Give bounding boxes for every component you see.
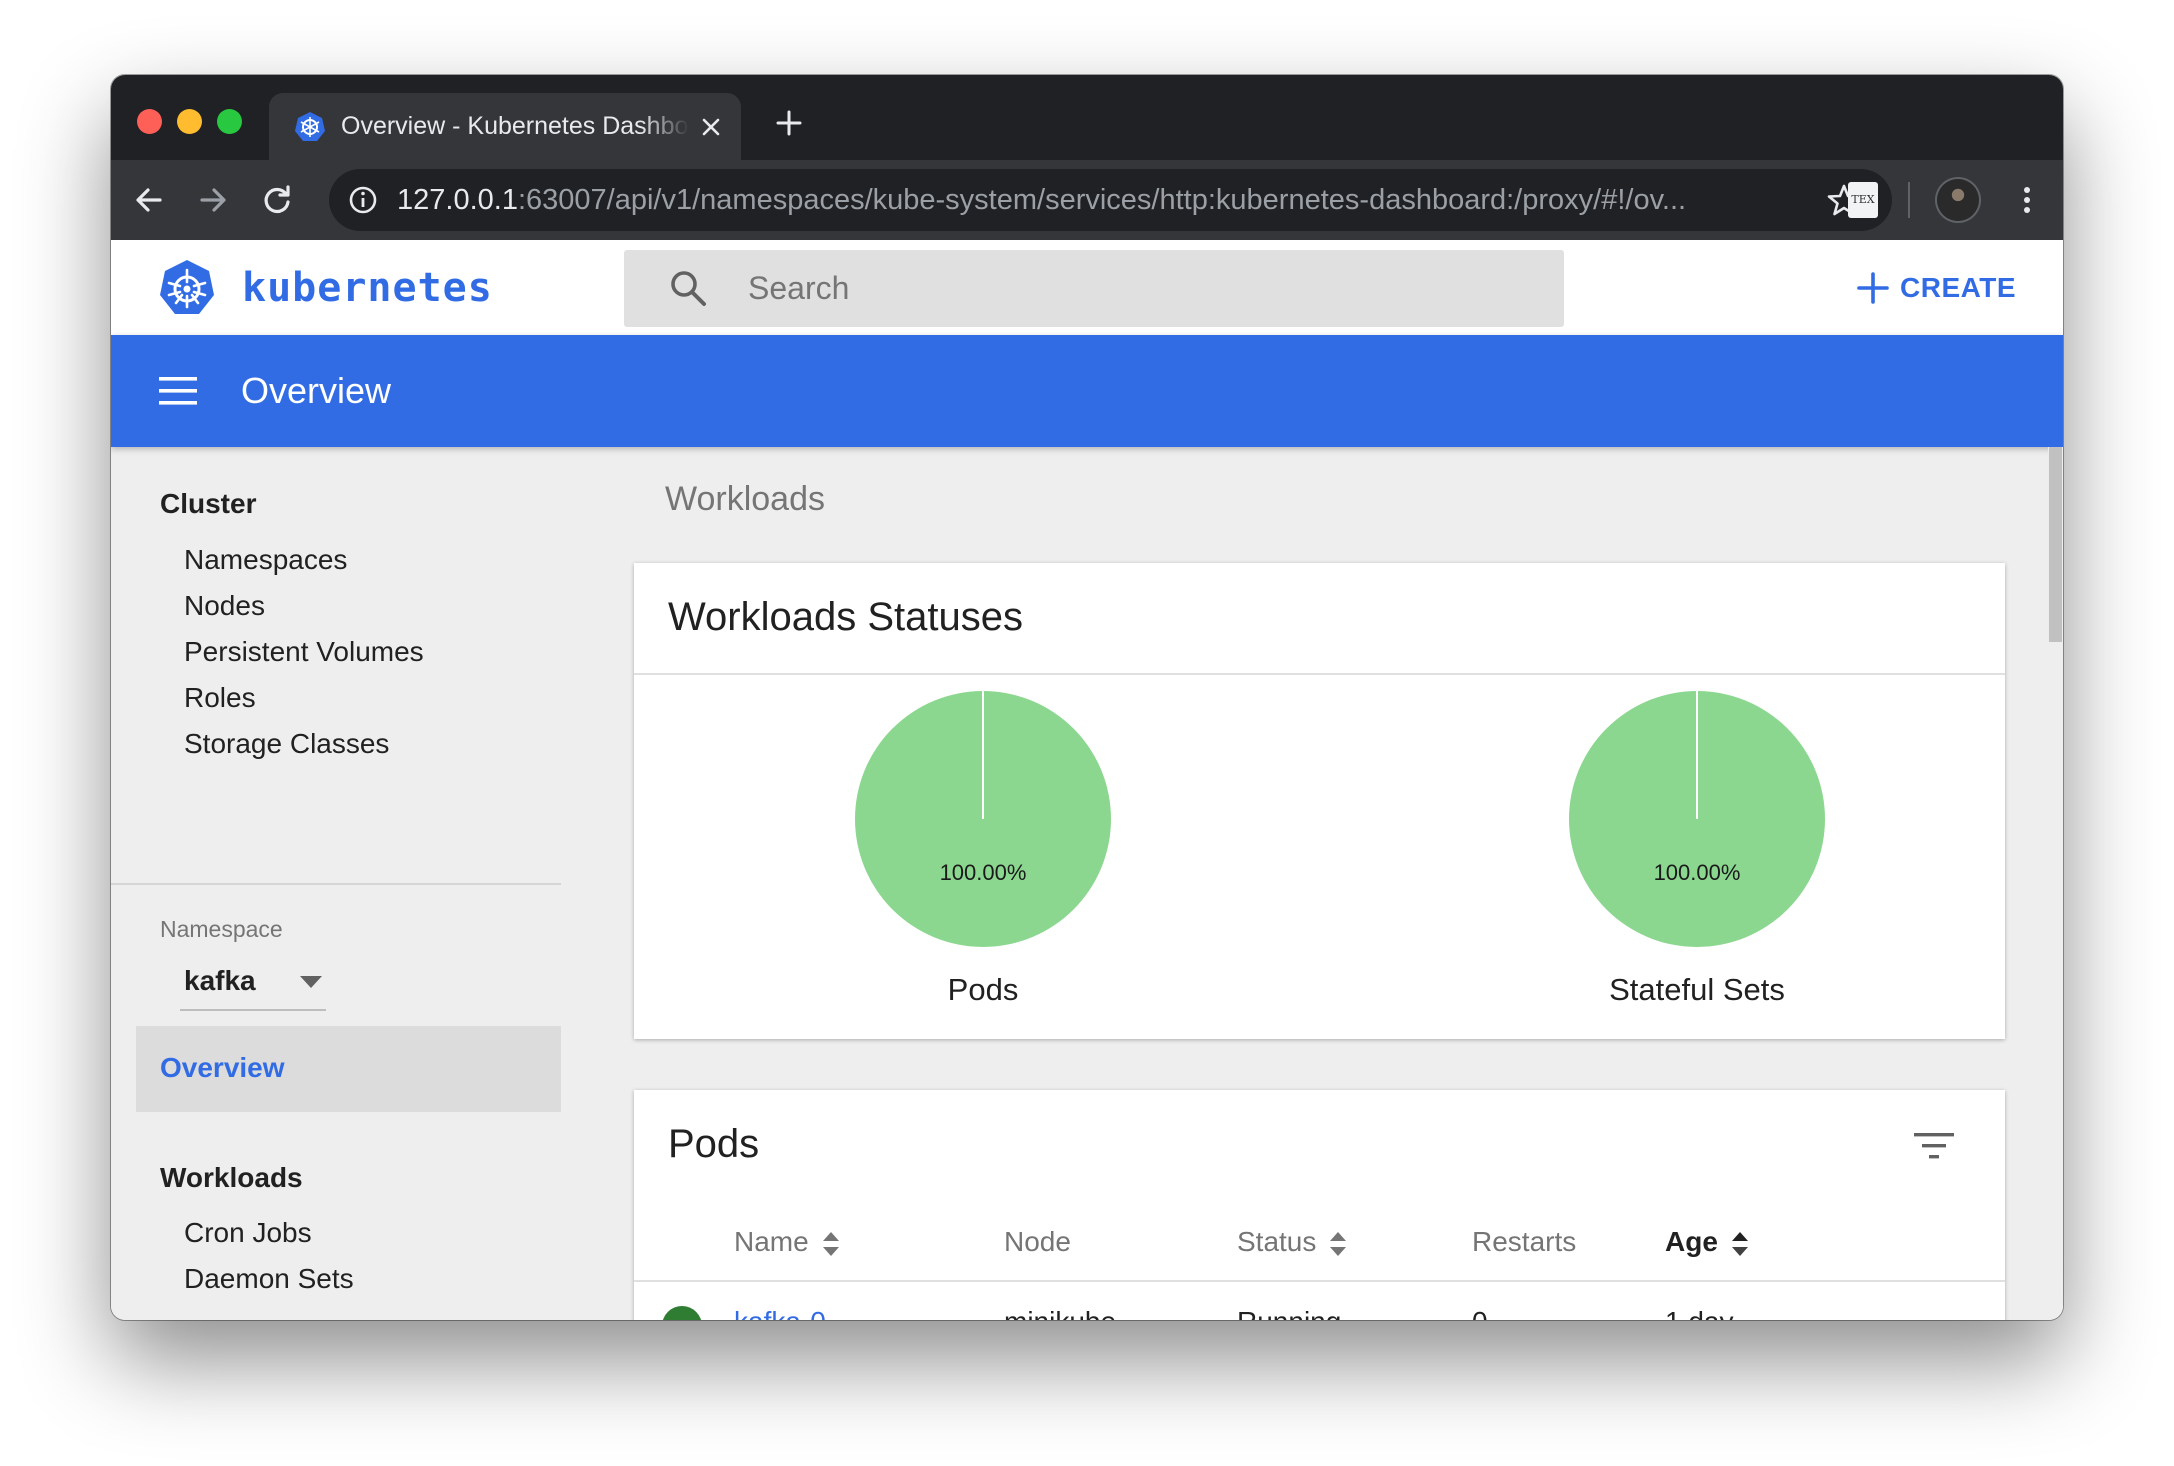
sidebar-item-overview-label: Overview [160,1052,285,1083]
reload-icon[interactable] [259,182,295,218]
table-row[interactable]: kafka-0 minikube Running 0 1 day [634,1284,2005,1320]
close-tab-icon[interactable] [697,113,725,141]
close-window-button[interactable] [137,109,162,134]
page-title: Overview [241,370,392,411]
browser-menu-icon[interactable] [2009,182,2045,218]
app-header: kubernetes CREATE [111,240,2063,335]
search-input[interactable] [748,250,1528,327]
statefulsets-pie-percent: 100.00% [1654,860,1741,885]
sidebar-nav: Cluster Namespaces Nodes Persistent Volu… [111,447,561,1320]
create-button[interactable]: CREATE [1856,262,2016,314]
new-tab-icon[interactable] [775,109,803,137]
running-status-icon [662,1306,702,1320]
section-title-workloads: Workloads [665,480,825,518]
namespace-value: kafka [184,965,256,996]
column-header-node: Node [1004,1202,1071,1282]
pods-pie-percent: 100.00% [940,860,1027,885]
sort-arrows-icon [1330,1231,1347,1256]
brand-wordmark[interactable]: kubernetes [242,260,493,316]
hamburger-menu-icon[interactable] [159,375,197,407]
pod-restarts: 0 [1472,1306,1488,1320]
dropdown-caret-icon [300,976,322,988]
sidebar-item-cron-jobs[interactable]: Cron Jobs [184,1217,312,1249]
card-divider [634,673,2005,675]
create-button-label: CREATE [1900,272,2017,303]
namespace-select[interactable]: kafka [180,957,326,1011]
tab-strip: Overview - Kubernetes Dashboard [111,75,2063,160]
card-title-statuses: Workloads Statuses [668,595,1023,639]
tex-extension-icon[interactable]: TEX [1848,182,1878,218]
pods-status-pie[interactable]: 100.00% [853,689,1113,949]
sidebar-item-overview[interactable]: Overview [136,1026,561,1112]
pods-pie-chart: 100.00% [855,691,1111,947]
statefulsets-status-pie[interactable]: 100.00% [1567,689,1827,949]
dashboard-page: kubernetes CREATE Overview [111,240,2063,1320]
page-scrollbar-thumb[interactable] [2049,447,2062,642]
address-bar[interactable]: 127.0.0.1:63007/api/v1/namespaces/kube-s… [329,169,1892,231]
browser-window: Overview - Kubernetes Dashboard 127.0.0.… [111,75,2063,1320]
plus-icon [1857,272,1889,304]
pod-age: 1 day [1665,1306,1734,1320]
column-header-age[interactable]: Age [1665,1202,1750,1282]
toolbar-separator [1908,182,1910,218]
column-header-restarts-label: Restarts [1472,1226,1577,1257]
pod-status: Running [1237,1306,1341,1320]
tab-title: Overview - Kubernetes Dashboard [341,112,689,140]
page-title-bar: Overview [111,335,2063,447]
sidebar-heading-cluster[interactable]: Cluster [160,488,256,520]
site-info-icon[interactable] [347,184,379,216]
sidebar-heading-workloads[interactable]: Workloads [160,1162,303,1194]
url-path: :63007/api/v1/namespaces/kube-system/ser… [517,184,1687,216]
url-host: 127.0.0.1 [397,184,518,216]
statefulsets-pie-label: Stateful Sets [1609,972,1785,1007]
column-header-status-label: Status [1237,1226,1317,1257]
sidebar-item-namespaces[interactable]: Namespaces [184,544,347,576]
column-header-node-label: Node [1004,1226,1071,1257]
url-text: 127.0.0.1:63007/api/v1/namespaces/kube-s… [397,169,1737,231]
sidebar-item-storage-classes[interactable]: Storage Classes [184,728,389,760]
filter-icon[interactable] [1914,1129,1954,1163]
sidebar-divider [111,883,561,885]
sidebar-item-persistent-volumes[interactable]: Persistent Volumes [184,636,424,668]
kubernetes-favicon-icon [295,112,325,141]
browser-tab-active[interactable]: Overview - Kubernetes Dashboard [269,93,741,160]
pods-card: Pods Name Node Status Restarts Age [634,1090,2005,1320]
column-header-age-label: Age [1665,1226,1718,1257]
card-title-pods: Pods [668,1122,760,1166]
browser-toolbar: 127.0.0.1:63007/api/v1/namespaces/kube-s… [111,160,2063,240]
pods-pie-label: Pods [947,972,1019,1007]
back-arrow-icon[interactable] [131,182,167,218]
profile-avatar[interactable] [1937,179,1979,221]
column-header-name[interactable]: Name [734,1202,841,1282]
column-header-restarts: Restarts [1472,1202,1576,1282]
kubernetes-logo-icon[interactable] [157,258,217,318]
statefulsets-pie-chart: 100.00% [1569,691,1825,947]
pod-name-link[interactable]: kafka-0 [734,1306,826,1320]
sort-arrows-active-icon [1731,1231,1748,1256]
sidebar-item-nodes[interactable]: Nodes [184,590,265,622]
minimize-window-button[interactable] [177,109,202,134]
forward-arrow-icon[interactable] [195,182,231,218]
search-icon [671,271,706,306]
zoom-window-button[interactable] [217,109,242,134]
column-header-name-label: Name [734,1226,809,1257]
column-header-status[interactable]: Status [1237,1202,1348,1282]
sidebar-item-roles[interactable]: Roles [184,682,256,714]
sort-arrows-icon [822,1231,839,1256]
pods-table-header: Name Node Status Restarts Age [634,1202,2005,1282]
workloads-statuses-card: Workloads Statuses 100.00% Pods 100.00% … [634,563,2005,1039]
namespace-label: Namespace [160,916,283,942]
search-box[interactable] [624,250,1564,327]
sidebar-item-daemon-sets[interactable]: Daemon Sets [184,1263,354,1295]
pod-node: minikube [1004,1306,1116,1320]
